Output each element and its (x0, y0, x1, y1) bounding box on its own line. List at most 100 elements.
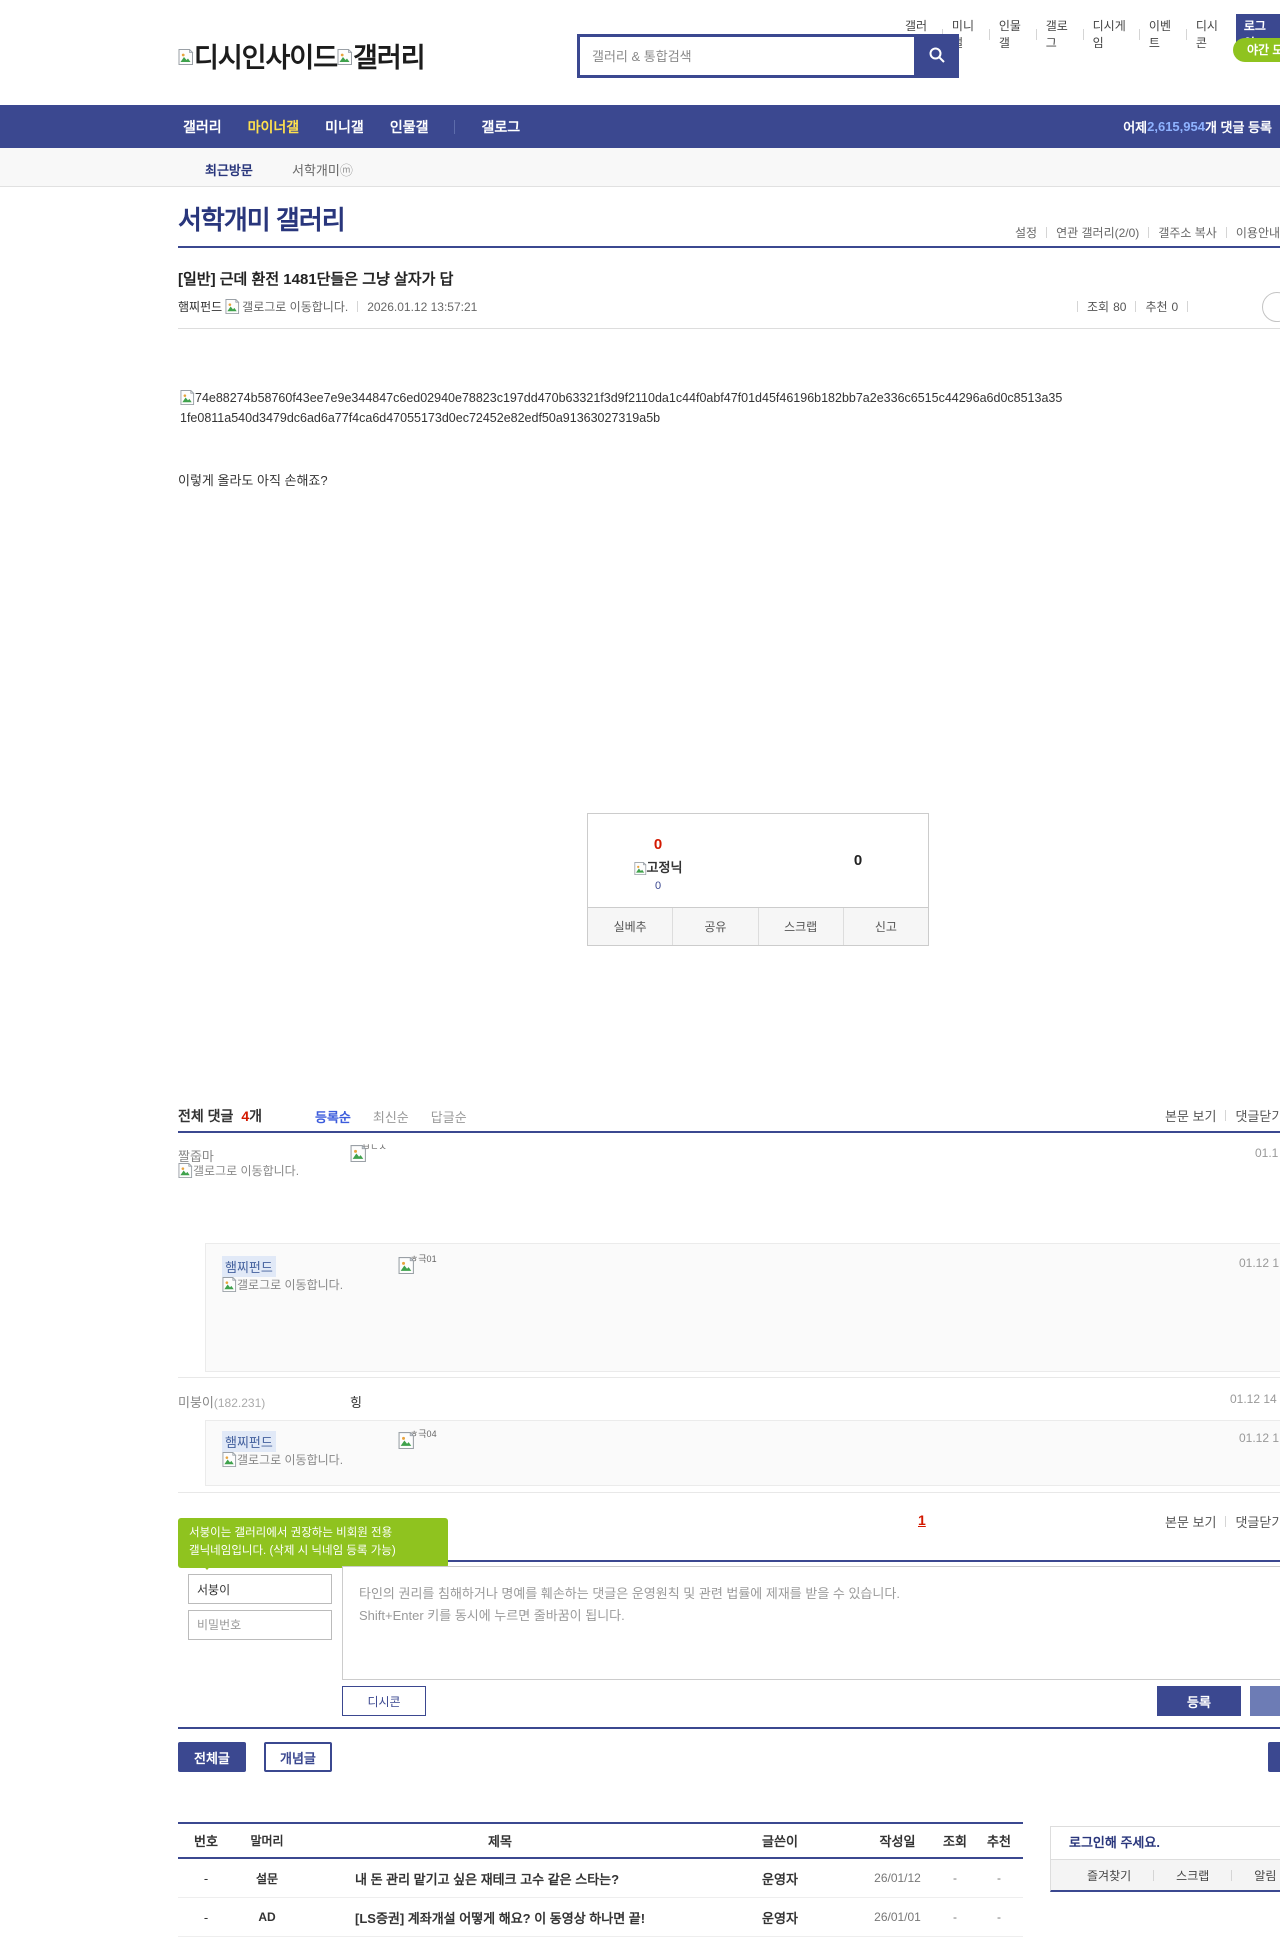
top-link-dcgame[interactable]: 디시게임 (1093, 17, 1130, 51)
nickname-input[interactable] (188, 1574, 332, 1604)
dccon-button[interactable]: 디시콘 (342, 1686, 426, 1716)
col-writer: 글쓴이 (762, 1834, 798, 1849)
view-post-link[interactable]: 본문 보기 (1165, 1512, 1216, 1531)
comment-gallog-link[interactable]: 갤로그로 이동합니다. (178, 1162, 306, 1180)
post-meta: 햄찌펀드 갤로그로 이동합니다. 2026.01.12 13:57:21 (178, 298, 477, 315)
top-link-persongal[interactable]: 인물갤 (999, 17, 1027, 51)
vote-box: 0 고정닉 0 0 실베추 공유 스크랩 신고 (587, 813, 929, 946)
search-input[interactable] (577, 34, 914, 78)
comment-divider (178, 1492, 1280, 1493)
top-link-event[interactable]: 이벤트 (1149, 17, 1177, 51)
guide-link[interactable]: 이용안내 (1236, 224, 1280, 241)
tooltip-arrow (200, 1562, 214, 1570)
post-head-divider (178, 328, 1280, 329)
sort-registered[interactable]: 등록순 (315, 1107, 351, 1126)
upvote-count: 0 (653, 836, 663, 853)
fold-comments-link[interactable]: 댓글닫기 (1235, 1106, 1280, 1125)
fixed-nick-label: 고정닉 (646, 860, 683, 875)
sort-newest[interactable]: 최신순 (373, 1107, 409, 1126)
settings-link[interactable]: 설정 (1015, 224, 1037, 241)
search-button[interactable] (914, 34, 959, 78)
scrap-button[interactable]: 스크랩 (757, 908, 843, 945)
search-box (577, 34, 959, 78)
notification-link[interactable]: 알림 (1254, 1867, 1276, 1884)
comment-dccon-broken: ㅎ극04 (398, 1427, 478, 1457)
main-nav: 갤러리 마이너갤 미니갤 인물갤 갤로그 어제 2,615,954 개 댓글 등… (0, 105, 1280, 148)
comment-reply-panel: 햄찌펀드 갤로그로 이동합니다. ㅎ극04 01.12 1 (205, 1420, 1280, 1486)
password-input[interactable] (188, 1610, 332, 1640)
post-tool-button[interactable] (1262, 292, 1280, 322)
post-date: 2026.01.12 13:57:21 (367, 299, 478, 314)
view-post-link[interactable]: 본문 보기 (1165, 1106, 1216, 1125)
nav-item-persongal[interactable]: 인물갤 (390, 117, 429, 137)
comments-count: 4 (241, 1108, 250, 1124)
comment-time: 01.12 1 (1239, 1256, 1280, 1270)
favorites-link[interactable]: 즐겨찾기 (1087, 1867, 1131, 1884)
site-logo[interactable]: 디시인사이드 갤러리 (178, 36, 426, 75)
post-stats: 조회 80 추천 0 (1068, 298, 1197, 315)
table-row[interactable]: - 설문 내 돈 관리 맡기고 싶은 재테크 고수 같은 스타는? 운영자 26… (178, 1859, 1023, 1898)
comment-footer-actions: 본문 보기 댓글닫기 (1165, 1512, 1280, 1531)
comment-submit-secondary-button[interactable]: 등록 (1250, 1686, 1280, 1716)
silbechu-button[interactable]: 실베추 (588, 908, 672, 945)
comment-time: 01.1 (1255, 1146, 1279, 1160)
broken-image-icon (178, 1163, 193, 1178)
nav-item-gallery[interactable]: 갤러리 (183, 117, 222, 137)
related-gallery-link[interactable]: 연관 갤러리(2/0) (1056, 224, 1139, 241)
sort-reply[interactable]: 답글순 (431, 1107, 467, 1126)
copy-url-link[interactable]: 갤주소 복사 (1158, 224, 1217, 241)
comments-total-label: 전체 댓글 (178, 1108, 234, 1124)
comment-page-1[interactable]: 1 (918, 1512, 926, 1528)
upvote-area[interactable]: 0 고정닉 0 (628, 836, 688, 892)
gallery-header-links: 설정 연관 갤러리(2/0) 갤주소 복사 이용안내 (1015, 224, 1280, 241)
recent-gallery-name: 서학개미 (292, 163, 340, 178)
gallery-title[interactable]: 서학개미 갤러리 (178, 200, 346, 237)
comment-textarea[interactable]: 타인의 권리를 침해하거나 명예를 훼손하는 댓글은 운영원칙 및 관련 법률에… (342, 1566, 1280, 1680)
post-author[interactable]: 햄찌펀드 (178, 298, 222, 315)
post-link[interactable]: [LS증권] 계좌개설 어떻게 해요? 이 동영상 하나면 끝! (300, 1908, 700, 1927)
top-link-dccon[interactable]: 디시콘 (1196, 17, 1224, 51)
gallog-link[interactable]: 갤로그로 이동합니다. (242, 298, 348, 315)
views-value: 80 (1113, 299, 1127, 314)
night-mode-toggle[interactable]: 야간 모드 (1233, 38, 1280, 62)
broken-image-icon (633, 862, 647, 875)
rec-label: 추천 (1145, 300, 1168, 314)
comment-submit-button[interactable]: 등록 (1157, 1686, 1241, 1716)
share-button[interactable]: 공유 (672, 908, 757, 945)
views-label: 조회 (1087, 300, 1110, 314)
nav-item-minorgal[interactable]: 마이너갤 (248, 117, 300, 137)
comment-author-highlight[interactable]: 햄찌펀드 (222, 1431, 276, 1452)
report-button[interactable]: 신고 (842, 908, 928, 945)
fold-comments-link[interactable]: 댓글닫기 (1235, 1512, 1280, 1531)
col-no: 번호 (194, 1834, 218, 1849)
all-posts-button[interactable]: 전체글 (178, 1742, 246, 1772)
broken-image-icon (222, 1277, 237, 1292)
top-utility-links: 갤러리 미니갤 인물갤 갤로그 디시게임 이벤트 디시콘 로그인 (905, 14, 1280, 54)
comment-author-highlight[interactable]: 햄찌펀드 (222, 1256, 276, 1277)
table-row[interactable]: - AD [LS증권] 계좌개설 어떻게 해요? 이 동영상 하나면 끝! 운영… (178, 1898, 1023, 1937)
comments-total: 전체 댓글 4개 (178, 1106, 262, 1126)
nav-item-gallog[interactable]: 갤로그 (481, 117, 520, 137)
clipped-write-button[interactable] (1268, 1742, 1280, 1772)
login-message: 로그인해 주세요. (1069, 1835, 1160, 1850)
logo-brand-text: 디시인사이드 (194, 43, 338, 73)
scrap-link[interactable]: 스크랩 (1176, 1867, 1209, 1884)
post-title: [일반] 근데 환전 1481단들은 그냥 살자가 답 (178, 271, 454, 288)
form-bottom-divider (178, 1727, 1280, 1729)
nav-item-minigal[interactable]: 미니갤 (325, 117, 364, 137)
downvote-count[interactable]: 0 (838, 852, 878, 869)
comment-gallog-link[interactable]: 갤로그로 이동합니다. (222, 1451, 350, 1469)
concept-posts-button[interactable]: 개념글 (264, 1742, 332, 1772)
comments-count-unit: 개 (249, 1108, 262, 1124)
fixed-nick-count: 0 (654, 880, 662, 892)
comment-gallog-link[interactable]: 갤로그로 이동합니다. (222, 1276, 350, 1294)
recent-visit-gallery[interactable]: 서학개미ⓜ (292, 160, 353, 179)
comment-notice-1: 타인의 권리를 침해하거나 명예를 훼손하는 댓글은 운영원칙 및 관련 법률에… (359, 1586, 900, 1601)
post-link[interactable]: 내 돈 관리 맡기고 싶은 재테크 고수 같은 스타는? (300, 1869, 700, 1888)
comment-ip: (182.231) (213, 1396, 266, 1410)
stat-suffix: 개 댓글 등록 (1204, 120, 1272, 135)
comment-time: 01.12 1 (1239, 1431, 1280, 1445)
recent-visit-label: 최근방문 (205, 163, 253, 178)
top-link-gallog[interactable]: 갤로그 (1046, 17, 1074, 51)
comment-divider (178, 1377, 1280, 1378)
